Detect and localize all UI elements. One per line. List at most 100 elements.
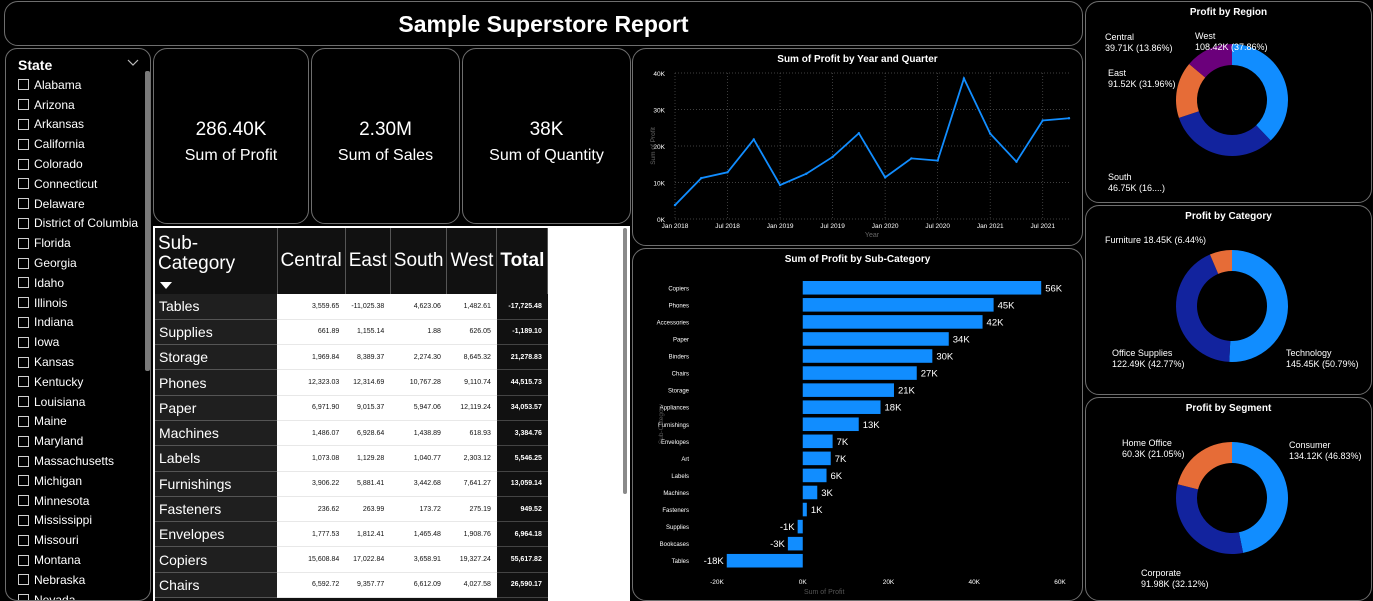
checkbox[interactable] bbox=[18, 415, 29, 427]
slicer-item[interactable]: Louisiana bbox=[18, 392, 138, 412]
column-header[interactable]: West bbox=[446, 228, 498, 294]
slicer-item[interactable]: Arizona bbox=[18, 95, 138, 115]
x-tick-label: 40K bbox=[968, 579, 980, 586]
checkbox[interactable] bbox=[18, 376, 29, 388]
row-label: Phones bbox=[155, 369, 277, 396]
donut-chart-segment: Consumer134.12K (46.83%) Corporate91.98K … bbox=[1122, 438, 1362, 589]
checkbox[interactable] bbox=[18, 217, 29, 229]
checkbox[interactable] bbox=[18, 594, 29, 600]
checkbox[interactable] bbox=[18, 574, 29, 586]
checkbox[interactable] bbox=[18, 257, 29, 269]
line-chart-card: Sum of Profit by Year and Quarter 0K 10K 2… bbox=[632, 48, 1083, 246]
data-label: 56K bbox=[1045, 283, 1063, 294]
slicer-item[interactable]: Nebraska bbox=[18, 570, 138, 590]
checkbox[interactable] bbox=[18, 237, 29, 249]
slicer-item[interactable]: Nevada bbox=[18, 590, 138, 600]
x-tick-label: Jan 2020 bbox=[872, 223, 899, 230]
slicer-item-label: Arizona bbox=[34, 97, 75, 112]
category-label: Supplies bbox=[666, 525, 689, 531]
slicer-item[interactable]: Illinois bbox=[18, 293, 138, 313]
slicer-item[interactable]: Georgia bbox=[18, 253, 138, 273]
slicer-item[interactable]: Mississippi bbox=[18, 511, 138, 531]
checkbox[interactable] bbox=[18, 277, 29, 289]
checkbox[interactable] bbox=[18, 297, 29, 309]
bar bbox=[802, 434, 833, 449]
y-tick-label: 30K bbox=[653, 108, 665, 115]
table-cell: 4,623.06 bbox=[390, 294, 447, 320]
slicer-item[interactable]: Michigan bbox=[18, 471, 138, 491]
column-header[interactable]: East bbox=[345, 228, 391, 294]
checkbox[interactable] bbox=[18, 356, 29, 368]
x-tick-label: -20K bbox=[710, 579, 724, 586]
table-row: Envelopes 1,777.53 1,812.41 1,465.48 1,908.7… bbox=[155, 521, 548, 548]
checkbox[interactable] bbox=[18, 455, 29, 467]
sort-descending-icon[interactable] bbox=[160, 282, 172, 289]
column-header-label: West bbox=[450, 250, 494, 271]
slicer-item[interactable]: District of Columbia bbox=[18, 214, 138, 234]
slicer-item[interactable]: Missouri bbox=[18, 530, 138, 550]
checkbox[interactable] bbox=[18, 495, 29, 507]
data-label: 45K bbox=[998, 300, 1016, 311]
slicer-item[interactable]: Idaho bbox=[18, 273, 138, 293]
matrix-scrollbar[interactable] bbox=[623, 228, 627, 494]
column-header[interactable]: Total bbox=[496, 228, 549, 294]
table-row: Labels 1,073.08 1,129.28 1,040.77 2,303.12 5,… bbox=[155, 445, 548, 472]
donut-chart-region: West108.42K (37.86%) East91.52K (31.96%) S… bbox=[1105, 31, 1288, 193]
slicer-item[interactable]: Connecticut bbox=[18, 174, 138, 194]
checkbox[interactable] bbox=[18, 514, 29, 526]
slicer-item[interactable]: Maryland bbox=[18, 431, 138, 451]
column-header[interactable]: South bbox=[390, 228, 448, 294]
slicer-item[interactable]: Indiana bbox=[18, 313, 138, 333]
category-label: Art bbox=[681, 457, 689, 463]
table-cell: 34,053.57 bbox=[496, 395, 548, 421]
checkbox[interactable] bbox=[18, 316, 29, 328]
slicer-item[interactable]: Colorado bbox=[18, 154, 138, 174]
slicer-item[interactable]: Kentucky bbox=[18, 372, 138, 392]
table-cell: 108,418.45 bbox=[446, 597, 497, 601]
column-header-subcategory[interactable]: Sub-Category bbox=[155, 228, 278, 294]
table-cell: 1,129.28 bbox=[345, 445, 391, 472]
slicer-item[interactable]: Florida bbox=[18, 233, 138, 253]
table-cell: 3,559.65 bbox=[277, 294, 346, 320]
chevron-down-icon[interactable] bbox=[126, 55, 140, 69]
checkbox[interactable] bbox=[18, 118, 29, 130]
slicer-title: State bbox=[18, 57, 53, 73]
slicer-item[interactable]: Massachusetts bbox=[18, 451, 138, 471]
slicer-item[interactable]: Montana bbox=[18, 550, 138, 570]
checkbox[interactable] bbox=[18, 178, 29, 190]
table-cell: 3,906.22 bbox=[277, 471, 346, 497]
checkbox[interactable] bbox=[18, 158, 29, 170]
checkbox[interactable] bbox=[18, 396, 29, 408]
checkbox[interactable] bbox=[18, 138, 29, 150]
slicer-item[interactable]: Maine bbox=[18, 412, 138, 432]
slicer-scrollbar[interactable] bbox=[145, 71, 150, 371]
slicer-item[interactable]: Delaware bbox=[18, 194, 138, 214]
table-cell: 236.62 bbox=[277, 496, 346, 523]
checkbox[interactable] bbox=[18, 99, 29, 111]
slicer-item[interactable]: Arkansas bbox=[18, 115, 138, 135]
checkbox[interactable] bbox=[18, 336, 29, 348]
table-cell: 626.05 bbox=[446, 319, 497, 346]
slicer-item[interactable]: California bbox=[18, 134, 138, 154]
donut-slice bbox=[1232, 442, 1288, 553]
slicer-item[interactable]: Iowa bbox=[18, 332, 138, 352]
column-header[interactable]: Central bbox=[277, 228, 346, 294]
table-cell: -17,725.48 bbox=[496, 294, 548, 320]
slice-label: Home Office bbox=[1122, 438, 1172, 448]
slice-label: East bbox=[1108, 68, 1127, 78]
table-cell: 1,465.48 bbox=[390, 521, 447, 548]
checkbox[interactable] bbox=[18, 534, 29, 546]
slicer-item[interactable]: Minnesota bbox=[18, 491, 138, 511]
slicer-item[interactable]: Kansas bbox=[18, 352, 138, 372]
data-label: 3K bbox=[821, 488, 833, 499]
slicer-item-label: Arkansas bbox=[34, 117, 85, 132]
checkbox[interactable] bbox=[18, 198, 29, 210]
checkbox[interactable] bbox=[18, 435, 29, 447]
checkbox[interactable] bbox=[18, 79, 29, 91]
slicer-item[interactable]: Alabama bbox=[18, 75, 138, 95]
checkbox[interactable] bbox=[18, 475, 29, 487]
x-tick-label: Jan 2021 bbox=[977, 223, 1004, 230]
kpi-card-quantity: 38K Sum of Quantity bbox=[462, 48, 631, 224]
table-cell: 46,749.43 bbox=[390, 597, 447, 601]
checkbox[interactable] bbox=[18, 554, 29, 566]
